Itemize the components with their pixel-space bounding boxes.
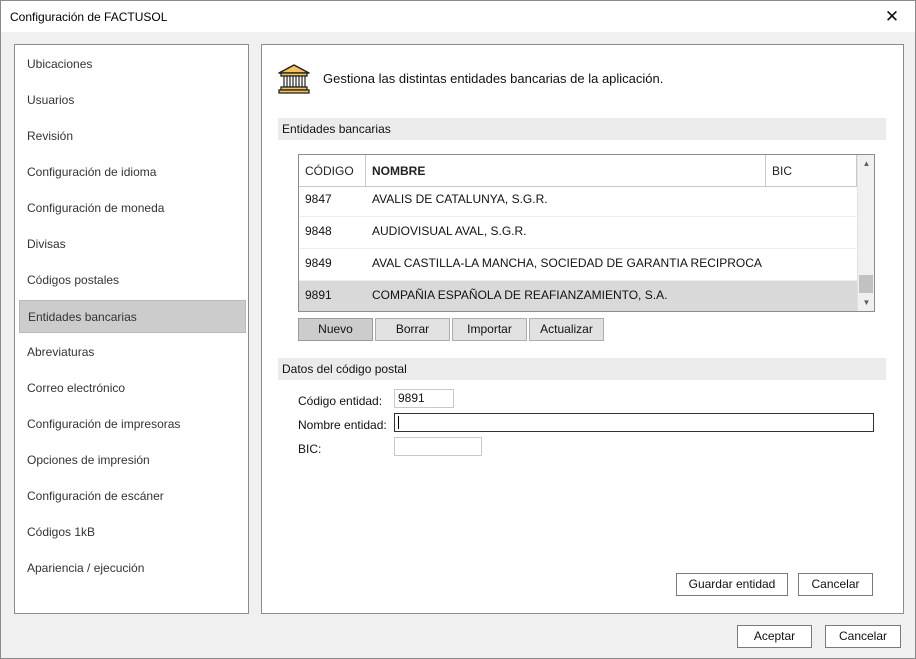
- cell-codigo: 9847: [305, 192, 332, 206]
- sidebar-item-entidades-bancarias[interactable]: Entidades bancarias: [19, 300, 246, 333]
- codigo-entidad-label: Código entidad:: [298, 394, 383, 408]
- sidebar: Ubicaciones Usuarios Revisión Configurac…: [14, 44, 249, 614]
- sidebar-item-codigos-1kb[interactable]: Códigos 1kB: [19, 516, 246, 549]
- sidebar-item-revision[interactable]: Revisión: [19, 120, 246, 153]
- cancelar-entidad-button[interactable]: Cancelar: [798, 573, 873, 596]
- sidebar-item-opciones-impresion[interactable]: Opciones de impresión: [19, 444, 246, 477]
- cell-nombre: AUDIOVISUAL AVAL, S.G.R.: [372, 224, 527, 238]
- cancelar-button[interactable]: Cancelar: [825, 625, 901, 648]
- nombre-entidad-field[interactable]: [394, 413, 874, 432]
- column-header-nombre[interactable]: NOMBRE: [366, 155, 766, 187]
- sidebar-item-correo-electronico[interactable]: Correo electrónico: [19, 372, 246, 405]
- cell-nombre: AVALIS DE CATALUNYA, S.G.R.: [372, 192, 548, 206]
- page-description: Gestiona las distintas entidades bancari…: [323, 71, 664, 86]
- text-caret: [398, 416, 399, 430]
- bic-field[interactable]: [394, 437, 482, 456]
- borrar-button[interactable]: Borrar: [375, 318, 450, 341]
- sidebar-item-divisas[interactable]: Divisas: [19, 228, 246, 261]
- main-panel: Gestiona las distintas entidades bancari…: [261, 44, 904, 614]
- nuevo-button[interactable]: Nuevo: [298, 318, 373, 341]
- sidebar-item-codigos-postales[interactable]: Códigos postales: [19, 264, 246, 297]
- sidebar-item-apariencia-ejecucion[interactable]: Apariencia / ejecución: [19, 552, 246, 585]
- bic-label: BIC:: [298, 442, 322, 456]
- cell-codigo: 9849: [305, 256, 332, 270]
- column-header-bic[interactable]: BIC: [766, 155, 857, 187]
- section-title-entidades: Entidades bancarias: [278, 118, 886, 140]
- sidebar-item-usuarios[interactable]: Usuarios: [19, 84, 246, 117]
- sidebar-item-configuracion-idioma[interactable]: Configuración de idioma: [19, 156, 246, 189]
- cell-codigo: 9891: [305, 288, 332, 302]
- section-title-datos: Datos del código postal: [278, 358, 886, 380]
- close-icon[interactable]: ✕: [869, 1, 915, 32]
- table-header: CÓDIGO NOMBRE BIC: [299, 155, 857, 187]
- scroll-up-icon[interactable]: ▲: [858, 155, 874, 172]
- scroll-thumb[interactable]: [859, 275, 873, 293]
- cell-nombre: COMPAÑIA ESPAÑOLA DE REAFIANZAMIENTO, S.…: [372, 288, 668, 302]
- sidebar-item-ubicaciones[interactable]: Ubicaciones: [19, 48, 246, 81]
- sidebar-item-configuracion-impresoras[interactable]: Configuración de impresoras: [19, 408, 246, 441]
- window-title: Configuración de FACTUSOL: [10, 10, 168, 24]
- title-bar: Configuración de FACTUSOL ✕: [1, 1, 915, 32]
- table-row[interactable]: 9849 AVAL CASTILLA-LA MANCHA, SOCIEDAD D…: [299, 249, 857, 281]
- table-scrollbar[interactable]: ▲ ▼: [857, 155, 874, 311]
- importar-button[interactable]: Importar: [452, 318, 527, 341]
- table-row[interactable]: 9847 AVALIS DE CATALUNYA, S.G.R.: [299, 185, 857, 217]
- cell-codigo: 9848: [305, 224, 332, 238]
- codigo-entidad-field[interactable]: 9891: [394, 389, 454, 408]
- aceptar-button[interactable]: Aceptar: [737, 625, 812, 648]
- sidebar-item-configuracion-moneda[interactable]: Configuración de moneda: [19, 192, 246, 225]
- cell-nombre: AVAL CASTILLA-LA MANCHA, SOCIEDAD DE GAR…: [372, 256, 762, 270]
- bank-icon: [278, 64, 310, 94]
- config-window: Configuración de FACTUSOL ✕ Ubicaciones …: [0, 0, 916, 659]
- column-header-codigo[interactable]: CÓDIGO: [299, 155, 366, 187]
- sidebar-item-abreviaturas[interactable]: Abreviaturas: [19, 336, 246, 369]
- nombre-entidad-label: Nombre entidad:: [298, 418, 387, 432]
- entities-table: CÓDIGO NOMBRE BIC 9847 AVALIS DE CATALUN…: [298, 154, 875, 312]
- table-row[interactable]: 9848 AUDIOVISUAL AVAL, S.G.R.: [299, 217, 857, 249]
- table-row-selected[interactable]: 9891 COMPAÑIA ESPAÑOLA DE REAFIANZAMIENT…: [299, 281, 857, 311]
- scroll-down-icon[interactable]: ▼: [858, 294, 874, 311]
- sidebar-item-configuracion-escaner[interactable]: Configuración de escáner: [19, 480, 246, 513]
- actualizar-button[interactable]: Actualizar: [529, 318, 604, 341]
- guardar-entidad-button[interactable]: Guardar entidad: [676, 573, 788, 596]
